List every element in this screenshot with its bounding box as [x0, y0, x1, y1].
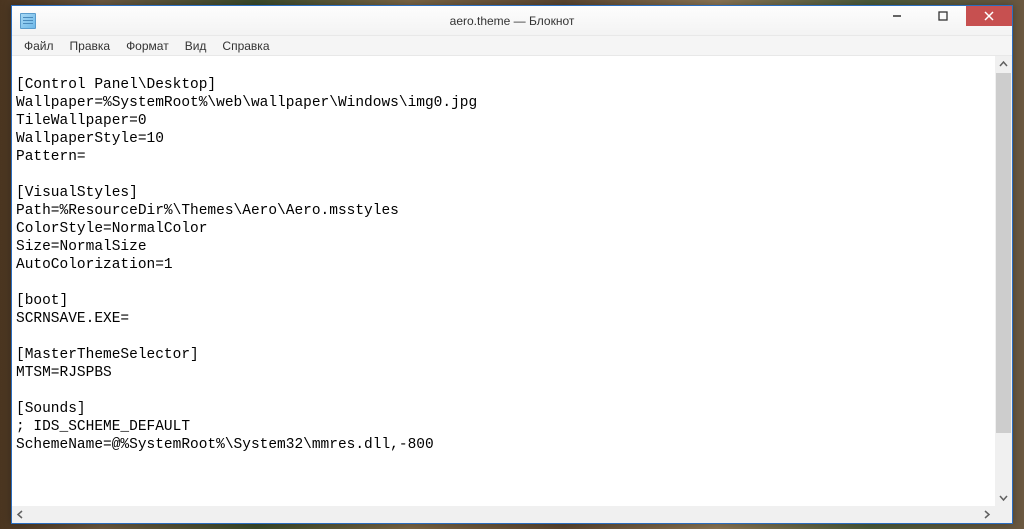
notepad-icon — [20, 13, 36, 29]
menubar: Файл Правка Формат Вид Справка — [12, 36, 1012, 56]
window-controls — [874, 6, 1012, 26]
vertical-scroll-thumb[interactable] — [996, 73, 1011, 433]
menu-help[interactable]: Справка — [214, 37, 277, 55]
titlebar[interactable]: aero.theme — Блокнот — [12, 6, 1012, 36]
menu-file[interactable]: Файл — [16, 37, 62, 55]
chevron-up-icon — [999, 60, 1008, 69]
horizontal-scrollbar[interactable] — [12, 506, 995, 523]
chevron-right-icon — [982, 510, 991, 519]
minimize-icon — [892, 11, 902, 21]
minimize-button[interactable] — [874, 6, 920, 26]
menu-edit[interactable]: Правка — [62, 37, 119, 55]
maximize-button[interactable] — [920, 6, 966, 26]
vertical-scroll-track[interactable] — [995, 73, 1012, 489]
text-editor[interactable]: [Control Panel\Desktop] Wallpaper=%Syste… — [12, 56, 995, 506]
chevron-left-icon — [16, 510, 25, 519]
notepad-window: aero.theme — Блокнот Файл Правка Формат … — [11, 5, 1013, 524]
menu-view[interactable]: Вид — [177, 37, 215, 55]
scroll-up-button[interactable] — [995, 56, 1012, 73]
scroll-corner — [995, 506, 1012, 523]
scroll-right-button[interactable] — [978, 506, 995, 523]
chevron-down-icon — [999, 493, 1008, 502]
scroll-left-button[interactable] — [12, 506, 29, 523]
content-area: [Control Panel\Desktop] Wallpaper=%Syste… — [12, 56, 1012, 523]
horizontal-scroll-track[interactable] — [29, 506, 978, 523]
close-icon — [984, 11, 994, 21]
close-button[interactable] — [966, 6, 1012, 26]
maximize-icon — [938, 11, 948, 21]
scroll-down-button[interactable] — [995, 489, 1012, 506]
vertical-scrollbar[interactable] — [995, 56, 1012, 506]
window-title: aero.theme — Блокнот — [12, 14, 1012, 28]
menu-format[interactable]: Формат — [118, 37, 177, 55]
